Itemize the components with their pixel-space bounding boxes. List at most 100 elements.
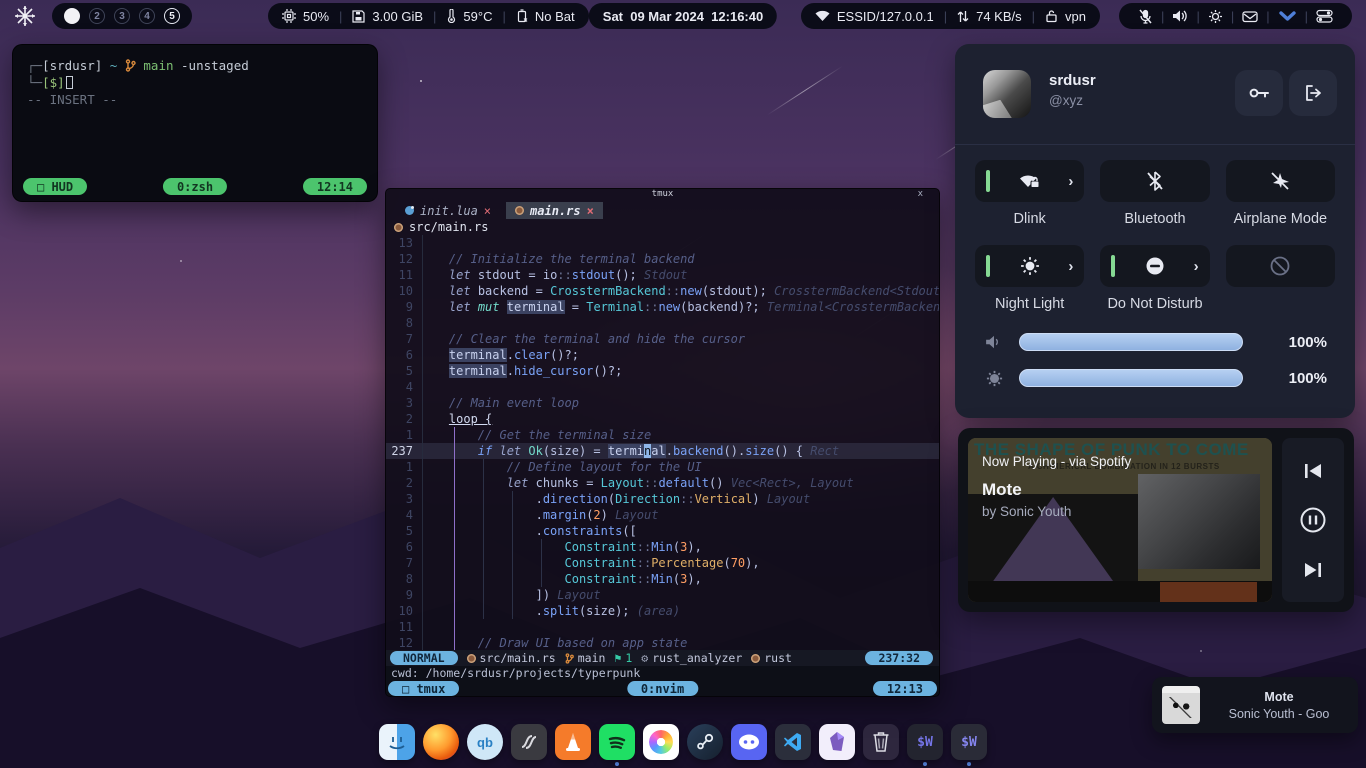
toggle-label-bluetooth: Bluetooth bbox=[1124, 211, 1185, 230]
terminal-prompt-line2: └─[$] bbox=[27, 74, 363, 91]
code-line[interactable]: 3 .direction(Direction::Vertical) Layout bbox=[386, 491, 939, 507]
code-line[interactable]: 1 // Get the terminal size bbox=[386, 427, 939, 443]
dock-icon-vlc[interactable] bbox=[555, 724, 591, 760]
pause-button[interactable] bbox=[1293, 503, 1333, 537]
mail-icon[interactable] bbox=[1237, 10, 1263, 23]
chevron-right-icon[interactable]: › bbox=[1194, 259, 1199, 274]
tab-main-rs[interactable]: main.rs × bbox=[506, 202, 603, 219]
network-pill[interactable]: ESSID/127.0.0.1 | 74 KB/s | vpn bbox=[801, 3, 1100, 29]
workspace-4[interactable]: 4 bbox=[139, 8, 155, 24]
line-number: 237 bbox=[386, 443, 420, 459]
volume-slider[interactable] bbox=[1019, 333, 1243, 351]
gear-icon[interactable] bbox=[1203, 9, 1228, 24]
mic-muted-icon[interactable] bbox=[1133, 9, 1158, 24]
tmux-session[interactable]: □ tmux bbox=[388, 681, 459, 696]
distro-logo-icon[interactable] bbox=[14, 5, 36, 27]
toggle-bluetooth[interactable] bbox=[1100, 160, 1209, 202]
tab-init-lua[interactable]: init.lua × bbox=[396, 202, 500, 219]
code-line[interactable]: 12 // Initialize the terminal backend bbox=[386, 251, 939, 267]
dock-icon-obsidian[interactable] bbox=[819, 724, 855, 760]
dock-icon-qbittorrent[interactable]: qb bbox=[467, 724, 503, 760]
line-number: 5 bbox=[386, 363, 420, 379]
toggle-blocked[interactable] bbox=[1226, 245, 1335, 287]
code-line[interactable]: 3 // Main event loop bbox=[386, 395, 939, 411]
toggle-label-dlink: Dlink bbox=[1014, 211, 1046, 230]
user-handle: @xyz bbox=[1049, 93, 1083, 108]
statusline-branch: main bbox=[578, 651, 606, 665]
speaker-icon[interactable] bbox=[1167, 9, 1193, 23]
media-notification[interactable]: Mote Sonic Youth - Goo bbox=[1152, 677, 1358, 733]
dock-icon-swirl-app[interactable] bbox=[511, 724, 547, 760]
dock-icon-dollar-w-2[interactable]: $W bbox=[951, 724, 987, 760]
code-line[interactable]: 10 let backend = CrosstermBackend::new(s… bbox=[386, 283, 939, 299]
terminal-tmux-bar: □ HUD 0:zsh 12:14 bbox=[23, 178, 367, 195]
dock-icon-finder[interactable] bbox=[379, 724, 415, 760]
dock-icon-dollar-w-1[interactable]: $W bbox=[907, 724, 943, 760]
toggle-label-do-not-disturb: Do Not Disturb bbox=[1107, 296, 1202, 315]
code-line[interactable]: 5 terminal.hide_cursor()?; bbox=[386, 363, 939, 379]
editor-close-button[interactable]: x bbox=[918, 189, 923, 199]
workspace-5[interactable]: 5 bbox=[164, 8, 180, 24]
clock-pill[interactable]: Sat 09 Mar 2024 12:16:40 bbox=[589, 3, 777, 29]
code-line[interactable]: 12 // Draw UI based on app state bbox=[386, 635, 939, 651]
tmux-session-hud[interactable]: □ HUD bbox=[23, 178, 87, 195]
code-line[interactable]: 8 Constraint::Min(3), bbox=[386, 571, 939, 587]
code-line-current[interactable]: 237 if let Ok(size) = terminal.backend()… bbox=[386, 443, 939, 459]
dock-icon-vscode[interactable] bbox=[775, 724, 811, 760]
toggle-dlink[interactable]: › bbox=[975, 160, 1084, 202]
toggle-airplane-mode[interactable] bbox=[1226, 160, 1335, 202]
dock-icon-spotify[interactable] bbox=[599, 724, 635, 760]
dock-icon-discord[interactable] bbox=[731, 724, 767, 760]
editor-window[interactable]: tmux x init.lua × main.rs × src/main.rs … bbox=[385, 188, 940, 697]
brightness-slider[interactable] bbox=[1019, 369, 1243, 387]
avatar[interactable] bbox=[983, 70, 1031, 118]
code-line[interactable]: 10 .split(size); (area) bbox=[386, 603, 939, 619]
code-line[interactable]: 2 let chunks = Layout::default() Vec<Rec… bbox=[386, 475, 939, 491]
code-line[interactable]: 11 bbox=[386, 619, 939, 635]
toggle-do-not-disturb[interactable]: › bbox=[1100, 245, 1209, 287]
star bbox=[180, 260, 182, 262]
code-line[interactable]: 11 let stdout = io::stdout(); Stdout bbox=[386, 267, 939, 283]
code-line[interactable]: 7 // Clear the terminal and hide the cur… bbox=[386, 331, 939, 347]
code-line[interactable]: 4 .margin(2) Layout bbox=[386, 507, 939, 523]
dock-icon-trash[interactable] bbox=[863, 724, 899, 760]
code-area[interactable]: 1312 // Initialize the terminal backend1… bbox=[386, 235, 939, 651]
chevron-down-icon[interactable] bbox=[1273, 10, 1302, 22]
code-line[interactable]: 9 let mut terminal = Terminal::new(backe… bbox=[386, 299, 939, 315]
code-line[interactable]: 4 bbox=[386, 379, 939, 395]
code-line[interactable]: 8 bbox=[386, 315, 939, 331]
blocked-icon bbox=[1269, 255, 1291, 277]
chevron-right-icon[interactable]: › bbox=[1068, 259, 1073, 274]
dock-icon-steam[interactable] bbox=[687, 724, 723, 760]
workspace-3[interactable]: 3 bbox=[114, 8, 130, 24]
code-line[interactable]: 5 .constraints([ bbox=[386, 523, 939, 539]
notification-album-thumbnail bbox=[1162, 686, 1200, 724]
code-line[interactable]: 9 ]) Layout bbox=[386, 587, 939, 603]
system-stats-pill[interactable]: 50% | 3.00 GiB | 59°C | No Bat bbox=[268, 3, 589, 29]
code-line[interactable]: 1 // Define layout for the UI bbox=[386, 459, 939, 475]
terminal-window[interactable]: ┌─[srdusr] ~ main -unstaged └─[$] -- INS… bbox=[12, 44, 378, 202]
workspace-1[interactable] bbox=[64, 8, 80, 24]
dock-icon-firefox[interactable] bbox=[423, 724, 459, 760]
dock-icon-photos[interactable] bbox=[643, 724, 679, 760]
lock-keys-button[interactable] bbox=[1235, 70, 1283, 116]
logout-button[interactable] bbox=[1289, 70, 1337, 116]
dock: qb $W$W bbox=[378, 724, 988, 766]
tab-close-icon[interactable]: × bbox=[587, 204, 594, 218]
toggle-night-light[interactable]: › bbox=[975, 245, 1084, 287]
tab-close-icon[interactable]: × bbox=[484, 204, 491, 218]
code-line[interactable]: 7 Constraint::Percentage(70), bbox=[386, 555, 939, 571]
next-track-button[interactable] bbox=[1293, 553, 1333, 587]
tmux-window-zsh[interactable]: 0:zsh bbox=[163, 178, 227, 195]
terminal-cursor bbox=[66, 76, 73, 89]
code-line[interactable]: 2 loop { bbox=[386, 411, 939, 427]
previous-track-button[interactable] bbox=[1293, 454, 1333, 488]
chevron-right-icon[interactable]: › bbox=[1068, 174, 1073, 189]
tmux-window-nvim[interactable]: 0:nvim bbox=[627, 681, 698, 696]
workspace-2[interactable]: 2 bbox=[89, 8, 105, 24]
toggles-icon[interactable] bbox=[1311, 9, 1338, 23]
code-line[interactable]: 6 Constraint::Min(3), bbox=[386, 539, 939, 555]
code-line[interactable]: 6 terminal.clear()?; bbox=[386, 347, 939, 363]
code-line[interactable]: 13 bbox=[386, 235, 939, 251]
line-number: 6 bbox=[386, 347, 420, 363]
